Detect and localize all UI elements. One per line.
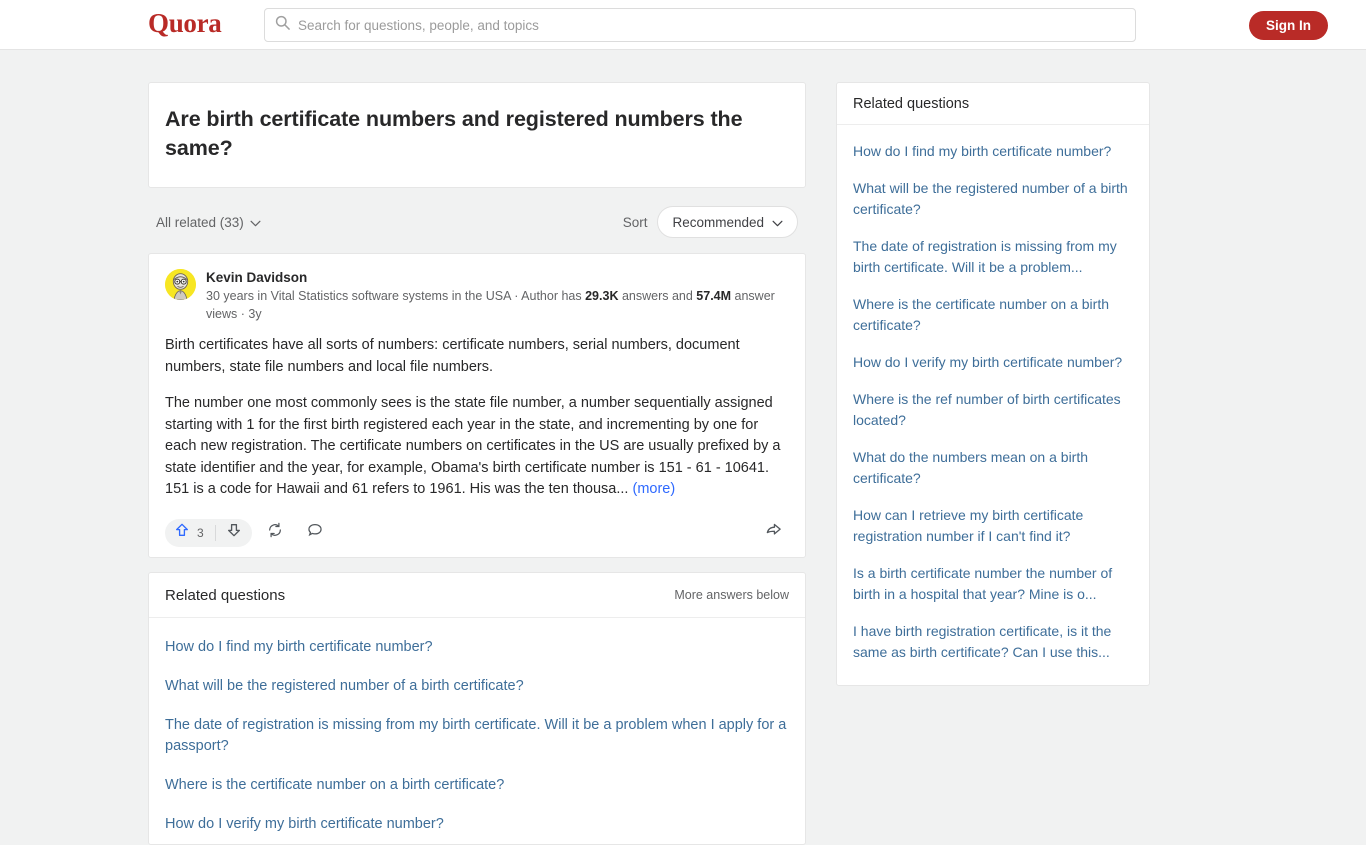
views-count: 57.4M xyxy=(696,289,732,303)
upvote-button[interactable]: 3 xyxy=(165,519,215,547)
repost-icon xyxy=(267,522,283,543)
list-item[interactable]: What will be the registered number of a … xyxy=(165,667,789,706)
chevron-down-icon xyxy=(250,215,261,230)
site-header: Quora Sign In xyxy=(0,0,1366,50)
related-questions-header: Related questions More answers below xyxy=(149,573,805,618)
sidebar-item-9[interactable]: I have birth registration certificate, i… xyxy=(853,613,1133,671)
filter-row: All related (33) Sort Recommended xyxy=(148,205,806,239)
sort-label: Sort xyxy=(622,214,648,230)
upvote-count: 3 xyxy=(197,525,204,540)
sort-group: Sort Recommended xyxy=(623,206,798,238)
sidebar-item-1[interactable]: What will be the registered number of a … xyxy=(853,170,1133,228)
sidebar-item-7[interactable]: How can I retrieve my birth certificate … xyxy=(853,497,1133,555)
list-item[interactable]: The date of registration is missing from… xyxy=(165,706,789,766)
more-answers-below-label: More answers below xyxy=(674,588,789,602)
answer-paragraph-text: The number one most commonly sees is the… xyxy=(165,395,781,497)
author-meta: Kevin Davidson 30 years in Vital Statist… xyxy=(206,268,789,323)
comment-button[interactable] xyxy=(298,519,332,547)
sidebar-item-5[interactable]: Where is the ref number of birth certifi… xyxy=(853,381,1133,439)
quora-logo[interactable]: Quora xyxy=(148,8,222,39)
sidebar-item-6[interactable]: What do the numbers mean on a birth cert… xyxy=(853,439,1133,497)
search-icon xyxy=(275,15,298,35)
share-arrow-icon xyxy=(765,522,782,544)
downvote-button[interactable] xyxy=(216,519,252,547)
sidebar-item-0[interactable]: How do I find my birth certificate numbe… xyxy=(853,133,1133,170)
repost-button[interactable] xyxy=(258,519,292,547)
search-input[interactable] xyxy=(298,9,1135,41)
chevron-down-icon xyxy=(772,215,783,230)
credential-mid: answers and xyxy=(618,289,697,303)
answer-paragraph: The number one most commonly sees is the… xyxy=(165,393,789,501)
search-bar[interactable] xyxy=(264,8,1136,42)
answers-count: 29.3K xyxy=(585,289,619,303)
related-questions-title: Related questions xyxy=(165,586,286,604)
sidebar-item-2[interactable]: The date of registration is missing from… xyxy=(853,228,1133,286)
author-credential: 30 years in Vital Statistics software sy… xyxy=(206,287,789,323)
list-item[interactable]: How do I verify my birth certificate num… xyxy=(165,805,789,844)
sidebar-list: How do I find my birth certificate numbe… xyxy=(837,125,1149,685)
vote-pill: 3 xyxy=(165,518,252,547)
list-item[interactable]: Where is the certificate number on a bir… xyxy=(165,766,789,805)
sidebar-item-4[interactable]: How do I verify my birth certificate num… xyxy=(853,344,1133,381)
answer-action-bar: 3 xyxy=(165,515,789,551)
author-row: Kevin Davidson 30 years in Vital Statist… xyxy=(165,268,789,323)
share-button[interactable] xyxy=(759,519,787,547)
downvote-arrow-icon xyxy=(226,522,242,543)
avatar[interactable] xyxy=(165,269,196,300)
sort-value: Recommended xyxy=(672,214,764,230)
sidebar-item-3[interactable]: Where is the certificate number on a bir… xyxy=(853,286,1133,344)
comment-bubble-icon xyxy=(307,522,323,543)
sidebar-item-8[interactable]: Is a birth certificate number the number… xyxy=(853,555,1133,613)
sort-dropdown[interactable]: Recommended xyxy=(657,206,798,238)
sidebar-column: Related questions How do I find my birth… xyxy=(836,82,1150,686)
all-related-filter[interactable]: All related (33) xyxy=(156,215,261,230)
answer-paragraph: Birth certificates have all sorts of num… xyxy=(165,337,740,375)
question-card: Are birth certificate numbers and regist… xyxy=(148,82,806,188)
sidebar-related-questions-card: Related questions How do I find my birth… xyxy=(836,82,1150,686)
answer-card: Kevin Davidson 30 years in Vital Statist… xyxy=(148,253,806,558)
credential-prefix: 30 years in Vital Statistics software sy… xyxy=(206,289,586,303)
upvote-arrow-icon xyxy=(174,522,190,543)
sign-in-button[interactable]: Sign In xyxy=(1249,11,1328,40)
sidebar-title: Related questions xyxy=(837,83,1149,125)
avatar-illustration xyxy=(165,269,196,300)
all-related-label: All related (33) xyxy=(156,214,244,230)
page-title: Are birth certificate numbers and regist… xyxy=(165,107,743,160)
more-link[interactable]: (more) xyxy=(633,481,676,497)
related-questions-list: How do I find my birth certificate numbe… xyxy=(149,618,805,844)
main-column: Are birth certificate numbers and regist… xyxy=(148,82,806,845)
answer-body: Birth certificates have all sorts of num… xyxy=(165,335,789,501)
related-questions-card: Related questions More answers below How… xyxy=(148,571,806,845)
author-name[interactable]: Kevin Davidson xyxy=(206,269,789,286)
list-item[interactable]: How do I find my birth certificate numbe… xyxy=(165,628,789,667)
